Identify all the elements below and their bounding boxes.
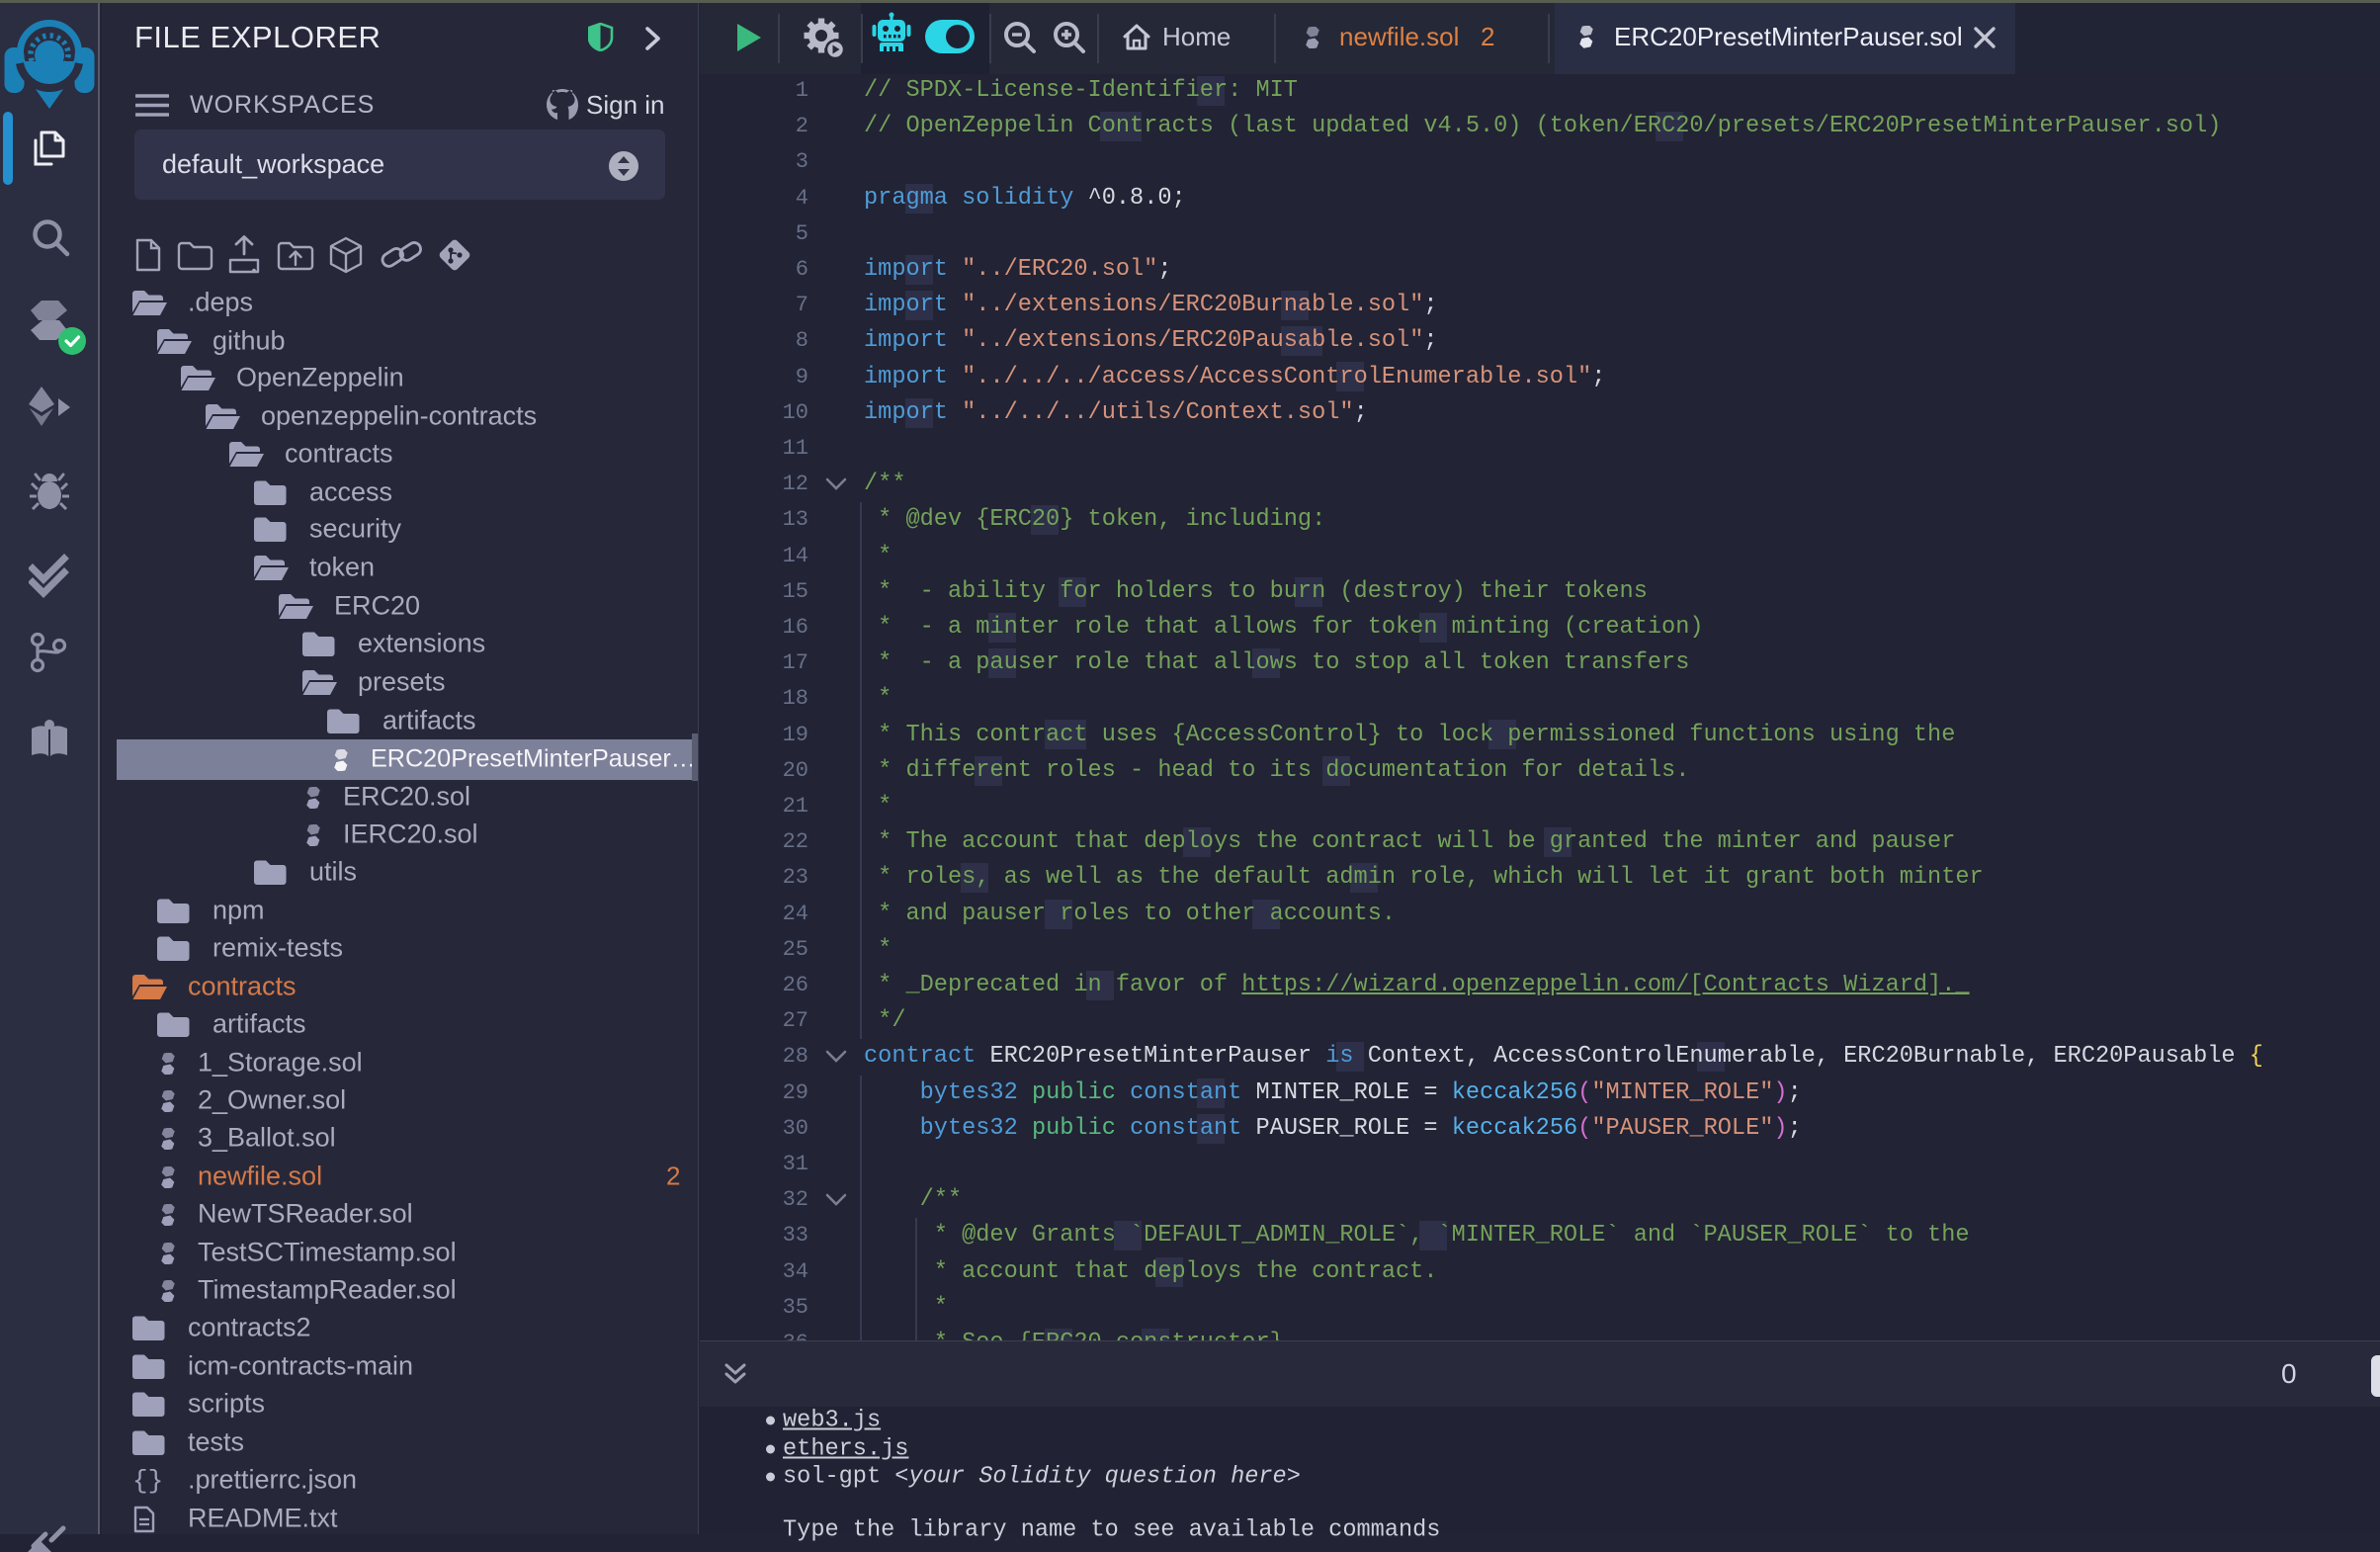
svg-text:{}: {} xyxy=(132,1466,163,1494)
